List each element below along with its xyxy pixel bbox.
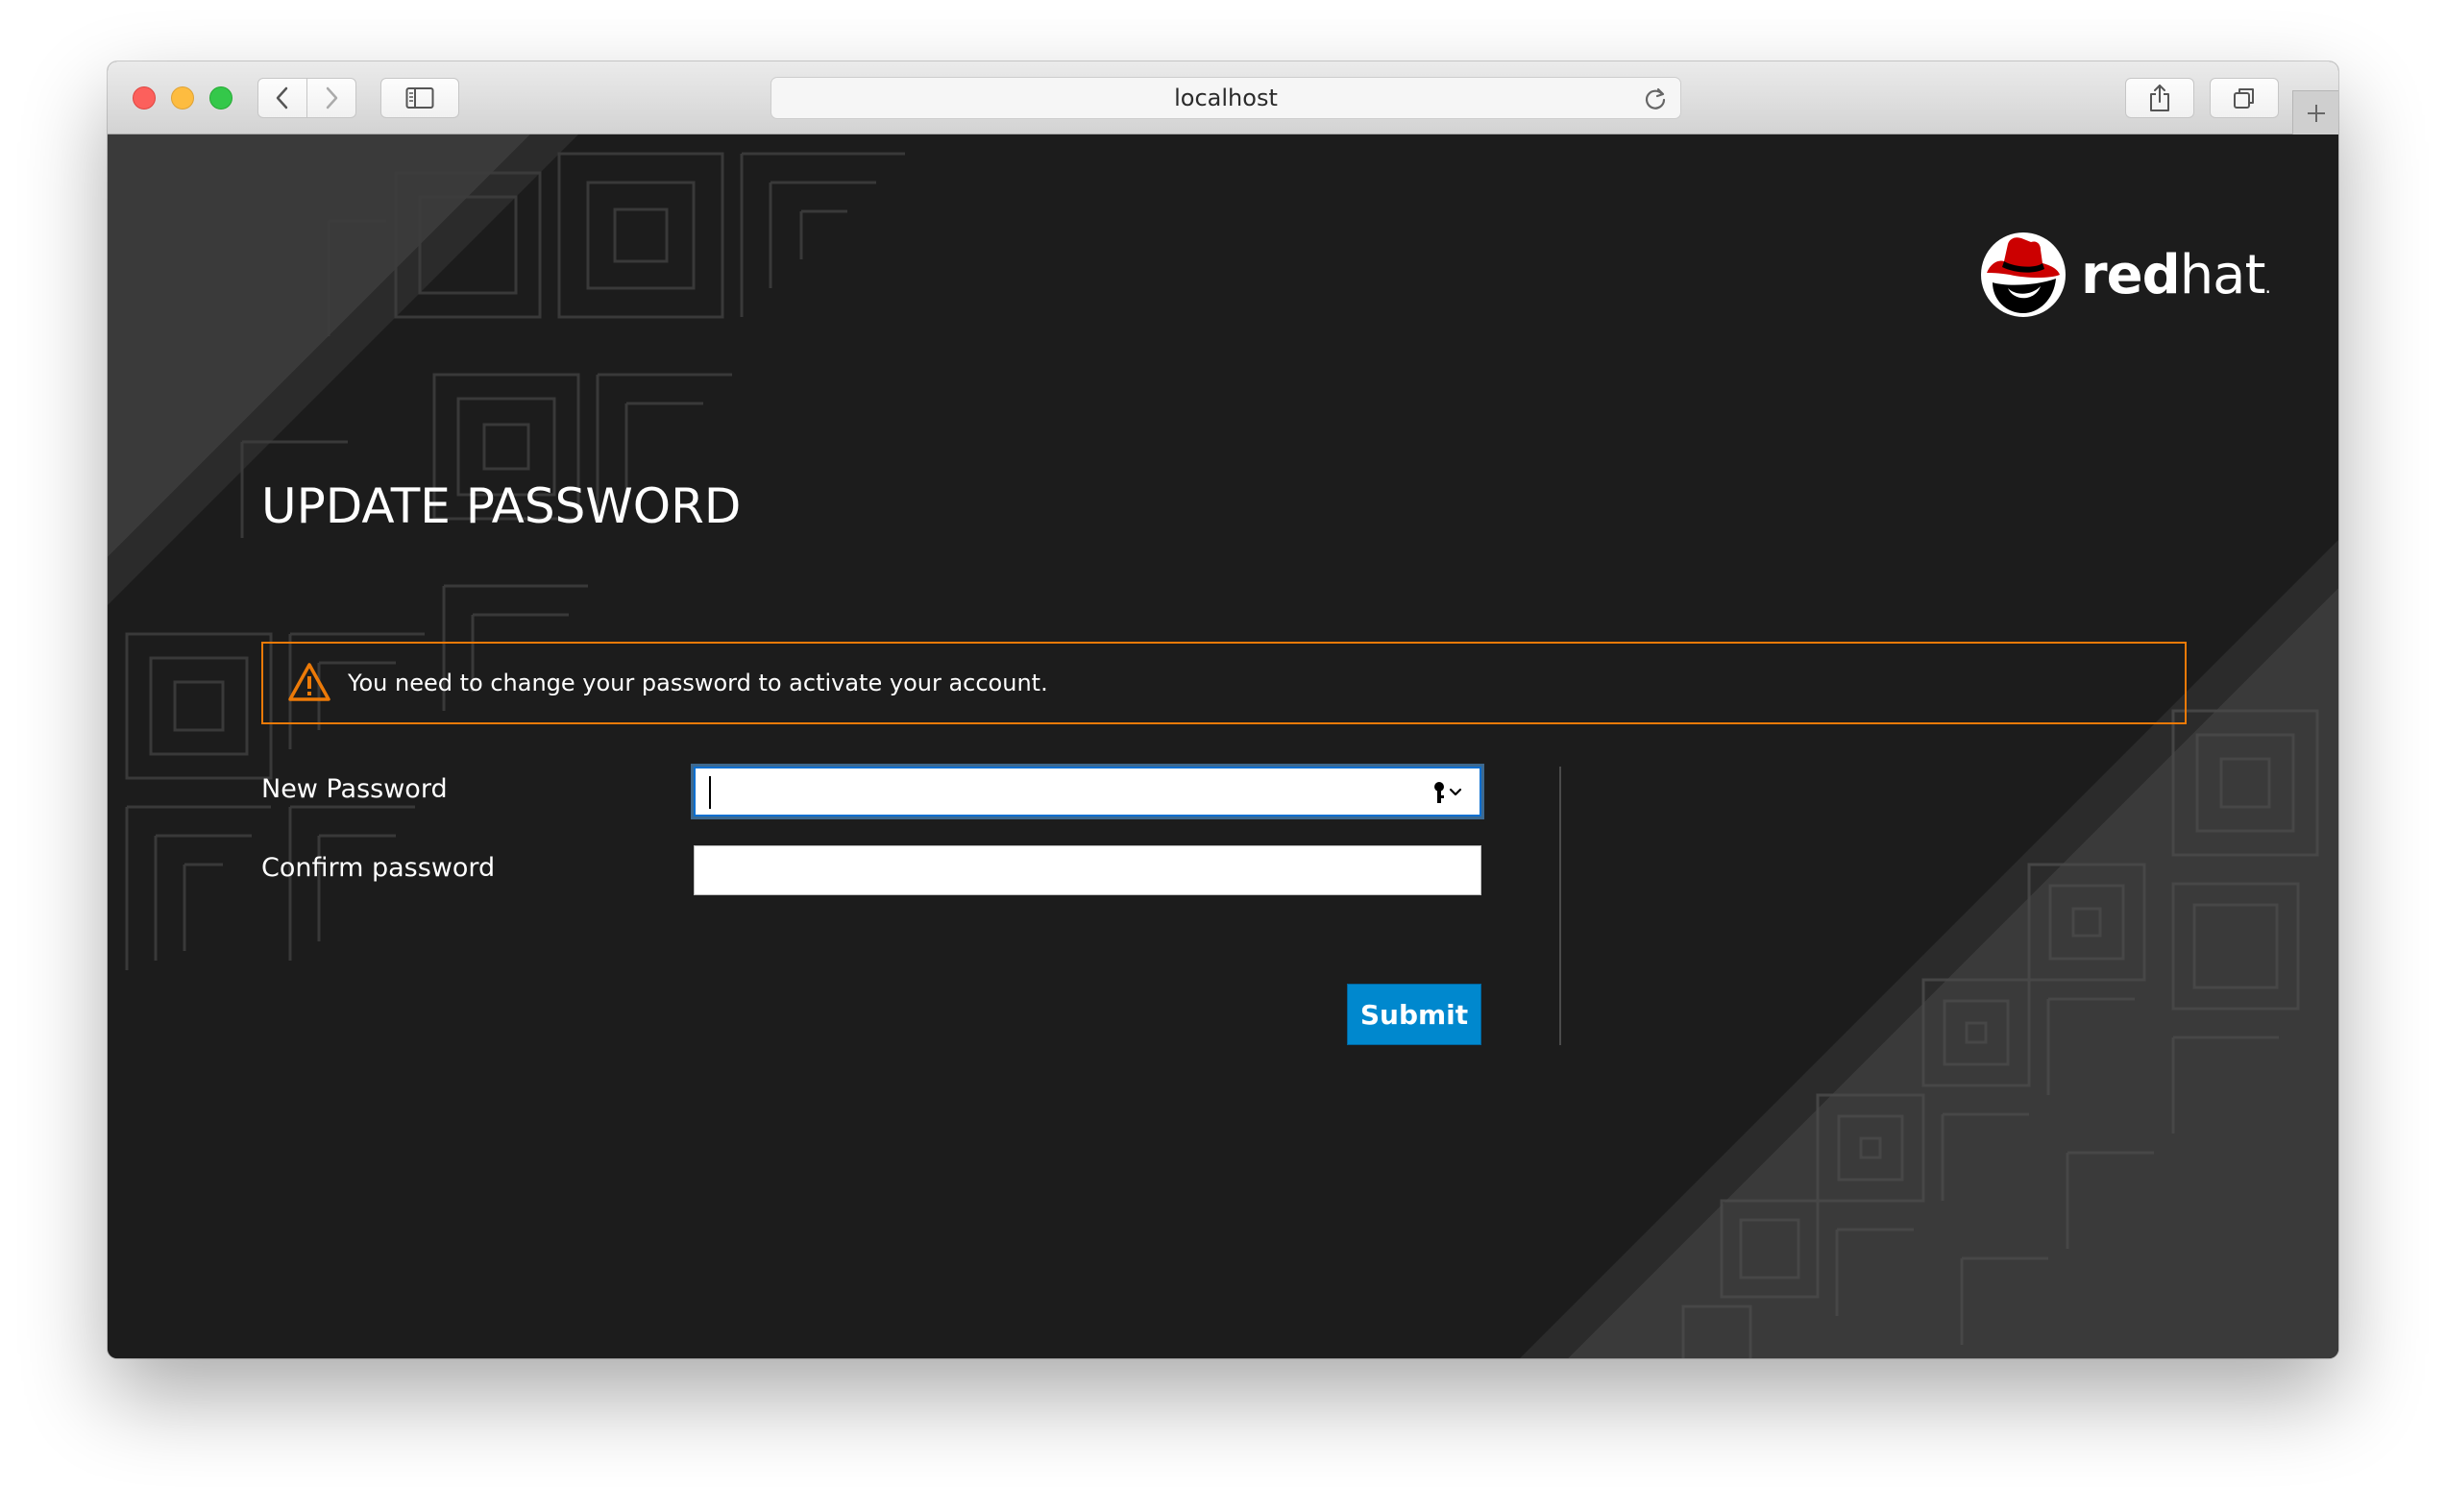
new-tab-button[interactable] xyxy=(2292,90,2338,134)
reload-icon[interactable] xyxy=(1642,85,1669,112)
plus-icon xyxy=(2307,104,2325,122)
brand-name-bold: red xyxy=(2081,243,2181,306)
show-tabs-button[interactable] xyxy=(2210,78,2279,118)
share-icon xyxy=(2150,85,2169,111)
chevron-right-icon xyxy=(326,86,338,110)
redhat-logo: redhat. xyxy=(1979,231,2271,319)
text-caret xyxy=(709,776,711,809)
password-autofill-key-icon[interactable] xyxy=(1431,780,1466,805)
url-text: localhost xyxy=(1174,85,1278,111)
shadowman-icon xyxy=(1981,232,2066,317)
warning-triangle-icon xyxy=(288,663,330,701)
sidebar-toggle-button[interactable] xyxy=(380,78,459,118)
minimize-window-button[interactable] xyxy=(171,86,194,110)
back-button[interactable] xyxy=(257,78,307,118)
new-password-label: New Password xyxy=(261,774,448,804)
brand-name-light: hat xyxy=(2179,243,2266,306)
close-window-button[interactable] xyxy=(133,86,156,110)
submit-button[interactable]: Submit xyxy=(1347,984,1481,1045)
brand-trademark: . xyxy=(2264,274,2270,298)
zoom-window-button[interactable] xyxy=(209,86,232,110)
new-password-field[interactable] xyxy=(694,767,1481,817)
share-button[interactable] xyxy=(2125,78,2194,118)
chevron-left-icon xyxy=(276,86,288,110)
address-bar[interactable]: localhost xyxy=(770,77,1681,119)
vertical-divider xyxy=(1559,767,1561,1045)
tabs-overview-icon xyxy=(2234,88,2254,109)
brand-wordmark: redhat. xyxy=(2081,243,2271,306)
browser-window: localhost redhat. UPDATE PASSWORD You ne… xyxy=(108,61,2338,1358)
browser-toolbar: localhost xyxy=(108,61,2338,134)
alert-message: You need to change your password to acti… xyxy=(348,670,1048,696)
sidebar-icon xyxy=(405,87,434,109)
confirm-password-field[interactable] xyxy=(694,845,1481,895)
confirm-password-label: Confirm password xyxy=(261,853,496,883)
forward-button[interactable] xyxy=(306,78,356,118)
update-password-page: redhat. UPDATE PASSWORD You need to chan… xyxy=(108,134,2338,1358)
page-title: UPDATE PASSWORD xyxy=(261,478,742,534)
warning-alert: You need to change your password to acti… xyxy=(261,642,2187,724)
